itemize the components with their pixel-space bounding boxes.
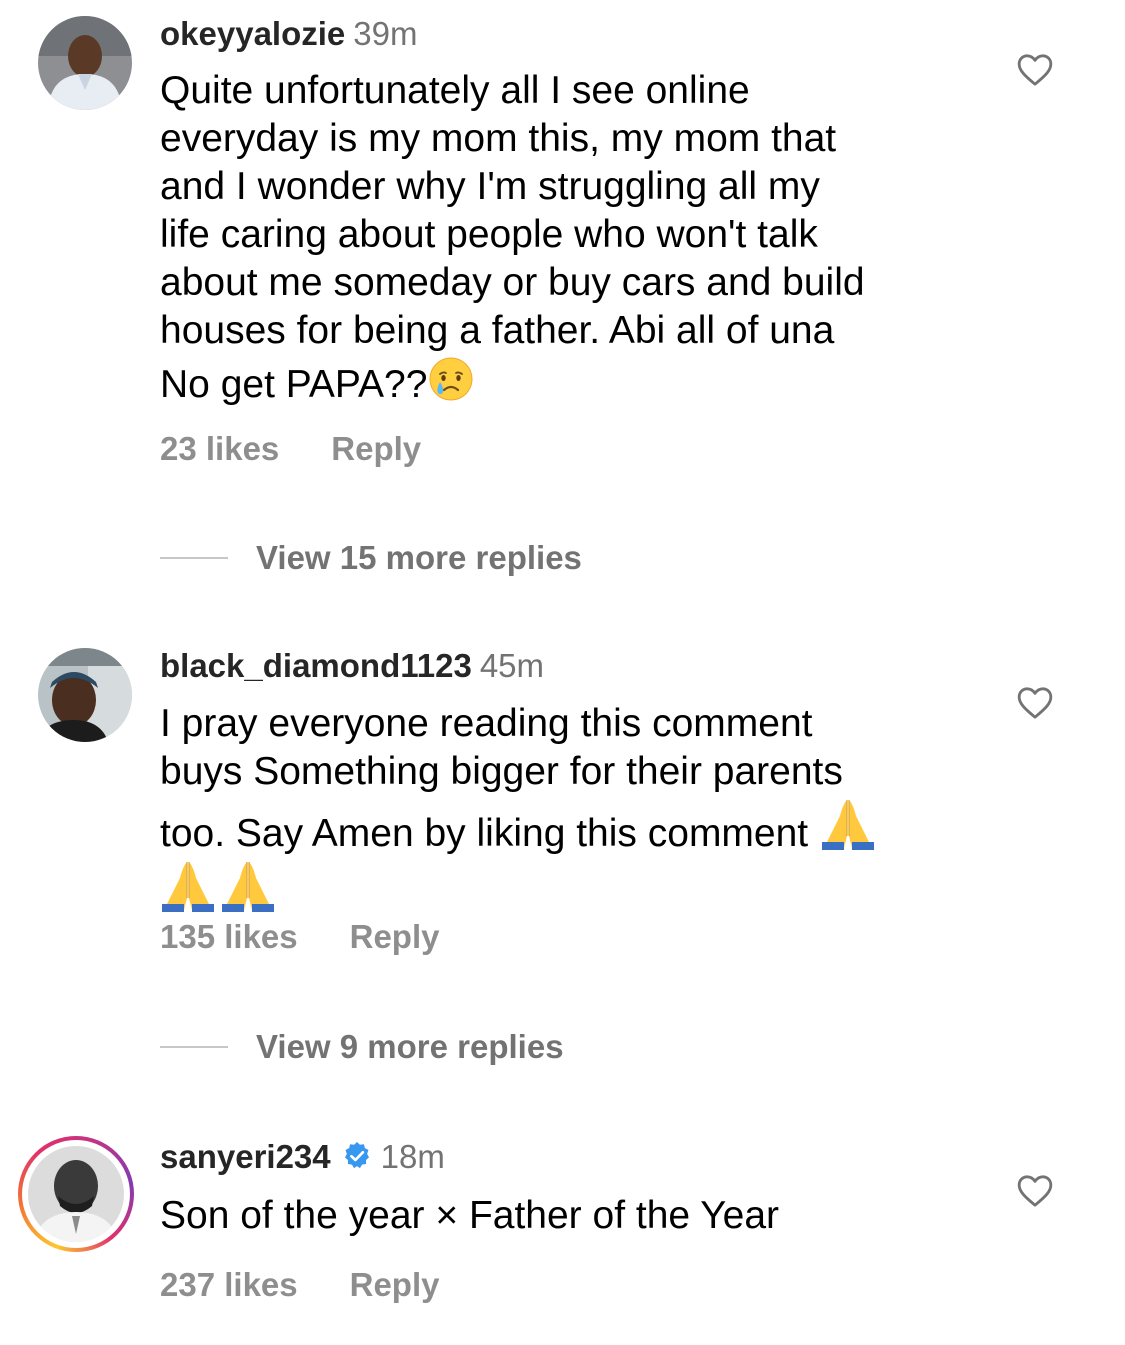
comment-line-emoji-only: [160, 858, 980, 920]
view-replies-label[interactable]: View 9 more replies: [256, 1027, 564, 1067]
username[interactable]: sanyeri234: [160, 1138, 331, 1175]
username[interactable]: okeyyalozie: [160, 15, 345, 52]
reply-button[interactable]: Reply: [350, 918, 440, 955]
avatar[interactable]: [28, 1146, 124, 1242]
comment-line-with-emoji: too. Say Amen by liking this comment: [160, 796, 980, 858]
heart-outline-icon[interactable]: [1015, 683, 1055, 723]
comment-text: Quite unfortunately all I see online eve…: [160, 67, 980, 409]
verified-badge-icon: [344, 1142, 369, 1169]
divider: [160, 557, 228, 559]
reply-button[interactable]: Reply: [331, 430, 421, 467]
comment-line: Son of the year × Father of the Year: [160, 1194, 780, 1237]
comment-line: everyday is my mom this, my mom that: [160, 117, 837, 160]
comment-line-last: No get PAPA??: [160, 355, 980, 409]
likes-count[interactable]: 135 likes: [160, 918, 298, 955]
comment-header: okeyyalozie 39m: [160, 14, 417, 54]
comment-meta: 135 likes Reply: [160, 917, 440, 957]
timestamp: 39m: [353, 15, 418, 52]
timestamp: 45m: [479, 647, 545, 684]
view-replies-label[interactable]: View 15 more replies: [256, 538, 582, 578]
folded-hands-emoji: [822, 800, 875, 850]
story-ring[interactable]: [18, 1136, 134, 1252]
username[interactable]: black_diamond1123: [160, 647, 472, 684]
timestamp: 18m: [380, 1138, 445, 1175]
comment-line: and I wonder why I'm struggling all my: [160, 165, 820, 208]
comment-line: I pray everyone reading this comment: [160, 702, 813, 745]
comment-line: Quite unfortunately all I see online: [160, 69, 750, 112]
likes-count[interactable]: 237 likes: [160, 1266, 298, 1303]
avatar[interactable]: [38, 648, 132, 742]
avatar[interactable]: [38, 16, 132, 110]
comment-line: life caring about people who won't talk: [160, 213, 818, 256]
comment-text: Son of the year × Father of the Year: [160, 1192, 980, 1240]
reply-button[interactable]: Reply: [350, 1266, 440, 1303]
heart-outline-icon[interactable]: [1015, 1171, 1055, 1211]
crying-face-emoji: [429, 357, 473, 401]
likes-count[interactable]: 23 likes: [160, 430, 279, 467]
comment-meta: 237 likes Reply: [160, 1265, 440, 1305]
comment-text: I pray everyone reading this comment buy…: [160, 700, 980, 920]
comment-line-text: too. Say Amen by liking this comment: [160, 812, 809, 855]
comment-line: about me someday or buy cars and build: [160, 261, 865, 304]
comment-meta: 23 likes Reply: [160, 429, 421, 469]
comment-line: buys Something bigger for their parents: [160, 750, 843, 793]
folded-hands-emoji: [162, 862, 214, 912]
folded-hands-emoji: [222, 862, 274, 912]
comment-line: houses for being a father. Abi all of un…: [160, 309, 835, 352]
comment-header: black_diamond1123 45m: [160, 646, 544, 686]
comment-header: sanyeri234 18m: [160, 1137, 445, 1177]
comment-line-text: No get PAPA??: [160, 363, 428, 406]
divider: [160, 1046, 228, 1048]
heart-outline-icon[interactable]: [1015, 50, 1055, 90]
